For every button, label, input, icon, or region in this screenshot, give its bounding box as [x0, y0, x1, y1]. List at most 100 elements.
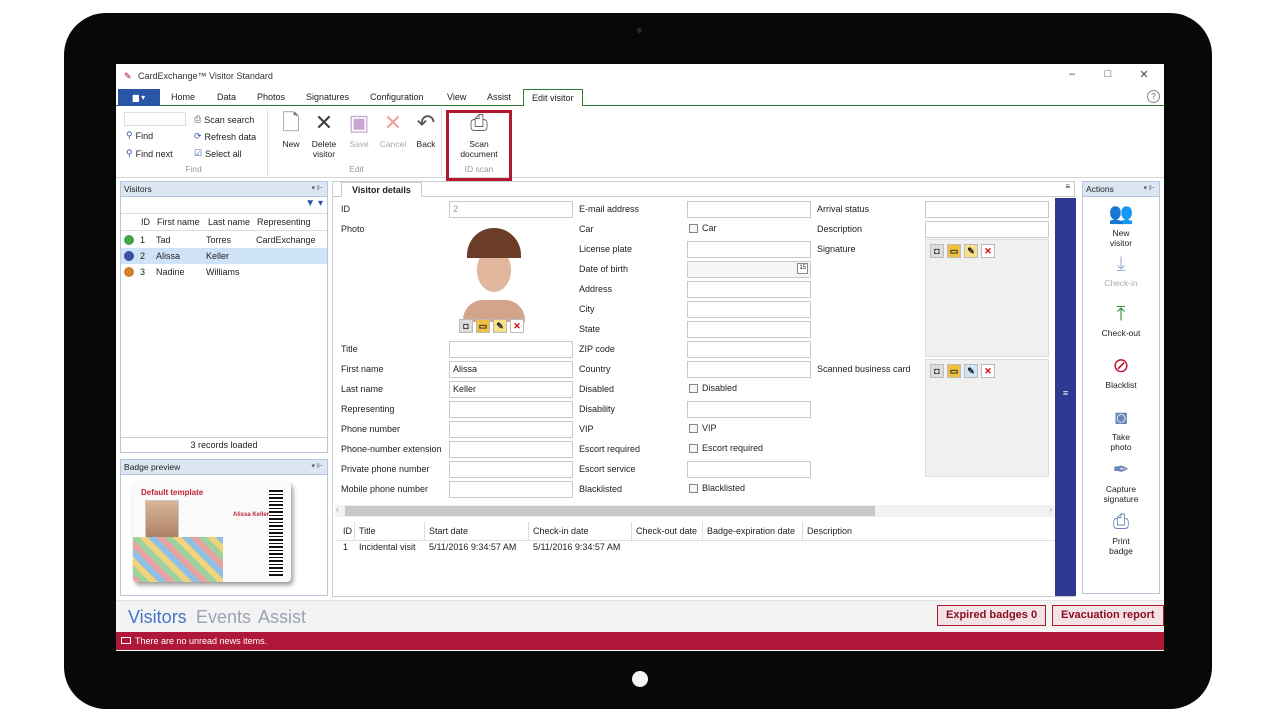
- history-col-checkout[interactable]: Check-out date: [632, 522, 703, 540]
- close-button[interactable]: ✕: [1134, 68, 1154, 81]
- folder-icon[interactable]: ▭: [947, 364, 961, 378]
- zip-field[interactable]: [687, 341, 811, 358]
- capture-signature-action[interactable]: ✒ Capture signature: [1083, 458, 1159, 504]
- escort-required-checkbox[interactable]: Escort required: [689, 443, 763, 453]
- new-button[interactable]: 🗋 New: [276, 110, 306, 149]
- delete-icon[interactable]: ✕: [510, 319, 524, 333]
- select-all-button[interactable]: ☑ Select all: [194, 148, 242, 159]
- address-field[interactable]: [687, 281, 811, 298]
- tab-home[interactable]: Home: [171, 92, 195, 102]
- visitor-row[interactable]: 2 Alissa Keller: [121, 248, 327, 264]
- visitor-row[interactable]: 1 Tad Torres CardExchange: [121, 232, 327, 248]
- ribbon-tabbar: ▆ ▾ Home Data Photos Signatures Configur…: [116, 89, 1164, 107]
- refresh-data-button[interactable]: ⟳ Refresh data: [194, 131, 256, 142]
- panel-pin-icon[interactable]: ▾ ⊩: [311, 182, 323, 196]
- tab-data[interactable]: Data: [217, 92, 236, 102]
- new-visitor-action[interactable]: 👥 New visitor: [1083, 202, 1159, 248]
- extension-field[interactable]: [449, 441, 573, 458]
- pencil-icon[interactable]: ✎: [493, 319, 507, 333]
- dob-field[interactable]: 15: [687, 261, 811, 278]
- signature-box[interactable]: ◘ ▭ ✎ ✕: [925, 239, 1049, 357]
- cancel-button[interactable]: ✕ Cancel: [376, 110, 410, 149]
- tab-view[interactable]: View: [447, 92, 466, 102]
- tab-signatures[interactable]: Signatures: [306, 92, 349, 102]
- tab-photos[interactable]: Photos: [257, 92, 285, 102]
- col-first-name[interactable]: First name: [157, 217, 200, 227]
- find-next-button[interactable]: ⚲ Find next: [126, 148, 173, 159]
- private-phone-field[interactable]: [449, 461, 573, 478]
- camera-icon[interactable]: ◘: [930, 244, 944, 258]
- blacklist-action[interactable]: ⊘ Blacklist: [1083, 354, 1159, 390]
- panel-pin-icon[interactable]: ▾ ⊩: [311, 460, 323, 474]
- state-field[interactable]: [687, 321, 811, 338]
- business-card-box[interactable]: ◘ ▭ ✎ ✕: [925, 359, 1049, 477]
- description-field[interactable]: [925, 221, 1049, 238]
- vip-checkbox[interactable]: VIP: [689, 423, 717, 433]
- scan-search-button[interactable]: ⎙ Scan search: [194, 114, 254, 125]
- check-in-action[interactable]: ⤓ Check-in: [1083, 252, 1159, 288]
- history-col-start[interactable]: Start date: [425, 522, 529, 540]
- save-button[interactable]: ▣ Save: [344, 110, 374, 149]
- take-photo-action[interactable]: ◙ Take photo: [1083, 406, 1159, 452]
- nav-events[interactable]: Events: [196, 607, 251, 628]
- blacklisted-checkbox[interactable]: Blacklisted: [689, 483, 745, 493]
- tab-configuration[interactable]: Configuration: [370, 92, 424, 102]
- delete-visitor-button[interactable]: ✕ Delete visitor: [308, 110, 340, 159]
- camera-icon[interactable]: ◘: [930, 364, 944, 378]
- delete-icon[interactable]: ✕: [981, 364, 995, 378]
- help-icon[interactable]: ?: [1147, 90, 1160, 103]
- pencil-icon[interactable]: ✎: [964, 364, 978, 378]
- nav-assist[interactable]: Assist: [258, 607, 306, 628]
- col-last-name[interactable]: Last name: [208, 217, 250, 227]
- filter-icon[interactable]: ▼ ▾: [305, 198, 323, 209]
- calendar-icon[interactable]: 15: [797, 263, 808, 274]
- history-col-description[interactable]: Description: [803, 522, 883, 540]
- history-col-title[interactable]: Title: [355, 522, 425, 540]
- evacuation-report-button[interactable]: Evacuation report: [1052, 605, 1164, 626]
- col-representing[interactable]: Representing: [257, 217, 311, 227]
- city-field[interactable]: [687, 301, 811, 318]
- horizontal-scrollbar[interactable]: ‹ ›: [335, 505, 1055, 517]
- nav-visitors[interactable]: Visitors: [128, 607, 187, 628]
- check-out-action[interactable]: ⤒ Check-out: [1083, 302, 1159, 338]
- back-button[interactable]: ↶ Back: [412, 110, 440, 149]
- print-badge-action[interactable]: ⎙ Print badge: [1083, 510, 1159, 556]
- folder-icon[interactable]: ▭: [947, 244, 961, 258]
- history-col-checkin[interactable]: Check-in date: [529, 522, 632, 540]
- arrival-status-field[interactable]: [925, 201, 1049, 218]
- tab-assist[interactable]: Assist: [487, 92, 511, 102]
- history-col-badge-expiration[interactable]: Badge-expiration date: [703, 522, 803, 540]
- last-name-field[interactable]: Keller: [449, 381, 573, 398]
- representing-field[interactable]: [449, 401, 573, 418]
- panel-pin-icon[interactable]: ▾ ⊩: [1143, 182, 1155, 196]
- expired-badges-button[interactable]: Expired badges 0: [937, 605, 1047, 626]
- visitor-row[interactable]: 3 Nadine Williams: [121, 264, 327, 280]
- title-field[interactable]: [449, 341, 573, 358]
- side-navigator[interactable]: ≡: [1055, 198, 1076, 596]
- escort-service-field[interactable]: [687, 461, 811, 478]
- delete-icon[interactable]: ✕: [981, 244, 995, 258]
- menu-icon[interactable]: ≡: [1065, 182, 1070, 191]
- col-id[interactable]: ID: [141, 217, 150, 227]
- country-field[interactable]: [687, 361, 811, 378]
- phone-field[interactable]: [449, 421, 573, 438]
- email-field[interactable]: [687, 201, 811, 218]
- disability-field[interactable]: [687, 401, 811, 418]
- maximize-button[interactable]: □: [1098, 68, 1118, 81]
- mobile-phone-field[interactable]: [449, 481, 573, 498]
- tab-visitor-details[interactable]: Visitor details: [341, 182, 422, 197]
- history-col-id[interactable]: ID: [339, 522, 355, 540]
- find-button[interactable]: ⚲ Find: [126, 130, 153, 141]
- license-plate-field[interactable]: [687, 241, 811, 258]
- find-input[interactable]: [124, 112, 186, 126]
- car-checkbox[interactable]: Car: [689, 223, 717, 233]
- tab-edit-visitor[interactable]: Edit visitor: [523, 89, 583, 107]
- camera-icon[interactable]: ◘: [459, 319, 473, 333]
- disabled-checkbox[interactable]: Disabled: [689, 383, 737, 393]
- first-name-field[interactable]: Alissa: [449, 361, 573, 378]
- minimize-button[interactable]: –: [1062, 68, 1082, 81]
- folder-icon[interactable]: ▭: [476, 319, 490, 333]
- file-menu-button[interactable]: ▆ ▾: [118, 89, 160, 106]
- tablet-home-button[interactable]: [632, 671, 648, 687]
- pencil-icon[interactable]: ✎: [964, 244, 978, 258]
